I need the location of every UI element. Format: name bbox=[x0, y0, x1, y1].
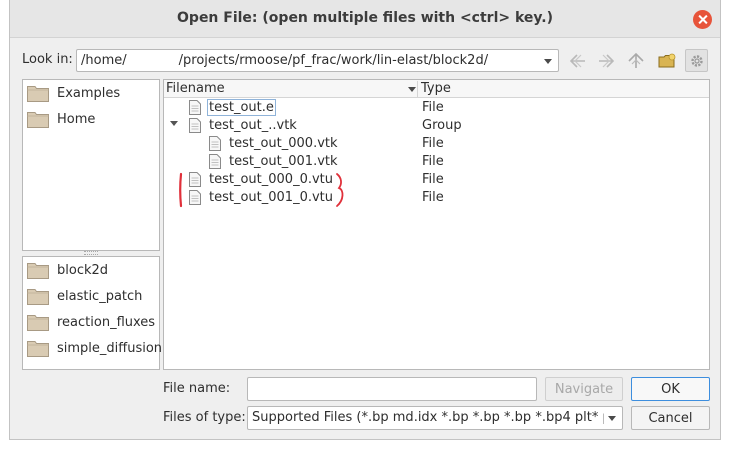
files-of-type-select[interactable]: Supported Files (*.bp md.idx *.bp *.bp *… bbox=[247, 406, 623, 430]
sort-descending-icon bbox=[408, 87, 416, 92]
annotation-right-bracket bbox=[336, 173, 344, 207]
file-icon bbox=[189, 190, 201, 205]
title-bar[interactable]: Open File: (open multiple files with <ct… bbox=[10, 0, 720, 38]
folder-icon bbox=[27, 315, 49, 331]
recent-item-reaction-fluxes[interactable]: reaction_fluxes bbox=[27, 310, 155, 334]
annotation-left-bracket bbox=[179, 172, 183, 208]
column-header-type[interactable]: Type bbox=[421, 81, 451, 96]
file-icon bbox=[189, 172, 201, 187]
folder-icon bbox=[27, 263, 49, 279]
files-of-type-label: Files of type: bbox=[163, 410, 246, 425]
parent-directory-icon bbox=[627, 52, 644, 68]
recent-item-elastic-patch[interactable]: elastic_patch bbox=[27, 284, 142, 308]
file-row-type: File bbox=[422, 172, 444, 187]
file-row-name: test_out.e bbox=[207, 99, 276, 116]
places-item-examples[interactable]: Examples bbox=[27, 81, 120, 105]
file-name-input[interactable] bbox=[247, 377, 537, 401]
places-item-home[interactable]: Home bbox=[27, 107, 95, 131]
chevron-down-icon[interactable] bbox=[608, 416, 616, 421]
cancel-button[interactable]: Cancel bbox=[631, 406, 710, 430]
file-row-type: Group bbox=[422, 118, 462, 133]
current-path: /home/ /projects/rmoose/pf_frac/work/lin-… bbox=[81, 53, 488, 68]
ok-button-label: OK bbox=[661, 381, 680, 397]
folder-icon bbox=[27, 341, 49, 357]
settings-button[interactable] bbox=[685, 49, 708, 72]
path-end: /projects/rmoose/pf_frac/work/lin-elast/… bbox=[178, 53, 489, 68]
file-icon bbox=[209, 136, 221, 151]
recent-item-label: reaction_fluxes bbox=[57, 314, 156, 330]
file-row-name: test_out_001.vtk bbox=[229, 154, 338, 169]
ok-button[interactable]: OK bbox=[631, 377, 710, 401]
file-row-name: test_out_000.vtk bbox=[229, 136, 338, 151]
forward-arrow-icon bbox=[598, 53, 614, 68]
forward-button[interactable] bbox=[594, 49, 617, 72]
folder-icon bbox=[27, 112, 49, 128]
redacted-username bbox=[126, 53, 179, 68]
look-in-combobox[interactable]: /home/ /projects/rmoose/pf_frac/work/lin-… bbox=[76, 49, 559, 72]
folder-icon bbox=[27, 289, 49, 305]
file-row-name: test_out_001_0.vtu bbox=[209, 190, 334, 205]
column-header-label: Filename bbox=[166, 81, 225, 96]
recent-item-label: block2d bbox=[57, 262, 109, 278]
file-row[interactable]: test_out_..vtk Group bbox=[164, 117, 709, 135]
file-row-type: File bbox=[422, 100, 444, 115]
file-icon bbox=[189, 100, 201, 115]
file-group-icon bbox=[189, 118, 201, 133]
recent-item-label: elastic_patch bbox=[57, 288, 143, 304]
file-row-name: test_out_000_0.vtu bbox=[209, 172, 334, 187]
file-row[interactable]: test_out_001.vtk File bbox=[164, 153, 709, 171]
file-icon bbox=[209, 154, 221, 169]
file-list-header: Filename Type bbox=[164, 80, 709, 98]
file-list[interactable]: Filename Type test_out.e File test_out_.… bbox=[163, 79, 710, 370]
new-folder-button[interactable] bbox=[655, 49, 678, 72]
recent-item-block2d[interactable]: block2d bbox=[27, 258, 108, 282]
dialog-title: Open File: (open multiple files with <ct… bbox=[177, 10, 553, 26]
recent-dirs-panel: block2d elastic_patch reaction_fluxes si… bbox=[22, 256, 162, 370]
file-row[interactable]: test_out_001_0.vtu File bbox=[164, 189, 709, 207]
look-in-label: Look in: bbox=[22, 52, 73, 67]
places-panel: Examples Home bbox=[22, 79, 160, 251]
file-name-label: File name: bbox=[163, 381, 231, 396]
files-of-type-value: Supported Files (*.bp md.idx *.bp *.bp *… bbox=[252, 410, 604, 425]
file-row[interactable]: test_out_000.vtk File bbox=[164, 135, 709, 153]
file-row[interactable]: test_out_000_0.vtu File bbox=[164, 171, 709, 189]
file-row-type: File bbox=[422, 190, 444, 205]
places-item-label: Home bbox=[57, 111, 96, 127]
recent-item-label: simple_diffusion bbox=[57, 340, 163, 356]
recent-item-simple-diffusion[interactable]: simple_diffusion bbox=[27, 336, 162, 360]
parent-directory-button[interactable] bbox=[624, 49, 647, 72]
column-header-filename[interactable]: Filename bbox=[166, 81, 418, 98]
back-arrow-icon bbox=[569, 53, 585, 68]
chevron-down-icon[interactable] bbox=[544, 59, 552, 64]
file-row[interactable]: test_out.e File bbox=[164, 99, 709, 117]
file-row-name: test_out_..vtk bbox=[209, 118, 297, 133]
open-file-dialog: Open File: (open multiple files with <ct… bbox=[9, 0, 721, 440]
path-start: /home/ bbox=[81, 53, 127, 68]
cancel-button-label: Cancel bbox=[648, 410, 693, 426]
navigate-button[interactable]: Navigate bbox=[545, 377, 623, 401]
gear-icon bbox=[690, 54, 703, 67]
file-row-type: File bbox=[422, 136, 444, 151]
splitter-handle[interactable] bbox=[84, 251, 98, 255]
file-row-type: File bbox=[422, 154, 444, 169]
navigate-button-label: Navigate bbox=[554, 381, 614, 397]
folder-icon bbox=[27, 86, 49, 102]
places-item-label: Examples bbox=[57, 85, 121, 101]
new-folder-icon bbox=[658, 53, 675, 67]
back-button[interactable] bbox=[566, 49, 589, 72]
chevron-down-icon[interactable] bbox=[170, 121, 178, 126]
column-header-label: Type bbox=[421, 81, 451, 96]
close-button[interactable] bbox=[693, 10, 712, 29]
